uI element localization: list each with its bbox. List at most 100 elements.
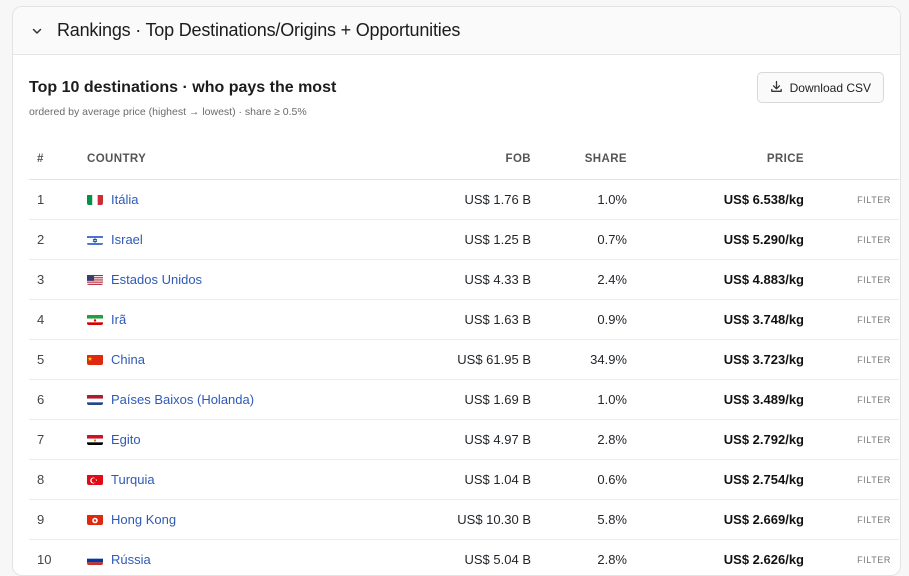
rank-cell: 7 <box>29 420 78 460</box>
russia-flag-icon <box>87 554 103 565</box>
filter-button[interactable]: FILTER <box>805 340 899 380</box>
share-cell: 2.8% <box>532 540 628 576</box>
fob-cell: US$ 1.63 B <box>370 300 532 340</box>
header-rank: # <box>29 139 78 180</box>
table-row: 2IsraelUS$ 1.25 B0.7%US$ 5.290/kgFILTER <box>29 220 899 260</box>
filter-button[interactable]: FILTER <box>805 460 899 500</box>
country-link[interactable]: Irã <box>111 312 126 327</box>
rank-cell: 10 <box>29 540 78 576</box>
table-header-row: # COUNTRY FOB SHARE PRICE <box>29 139 899 180</box>
header-actions <box>805 139 899 180</box>
rank-cell: 5 <box>29 340 78 380</box>
fob-cell: US$ 5.04 B <box>370 540 532 576</box>
fob-cell: US$ 61.95 B <box>370 340 532 380</box>
china-flag-icon <box>87 354 103 365</box>
country-cell: Estados Unidos <box>78 260 370 300</box>
fob-cell: US$ 1.69 B <box>370 380 532 420</box>
destinations-table: # COUNTRY FOB SHARE PRICE 1 Itália US$ 1.7… <box>29 139 899 576</box>
fob-cell: US$ 4.97 B <box>370 420 532 460</box>
hongkong-flag-icon <box>87 514 103 525</box>
header-country: COUNTRY <box>78 139 370 180</box>
table-row: 9 Hong Kong US$ 10.30 B5.8%US$ 2.669/kgFIL… <box>29 500 899 540</box>
download-icon <box>770 80 783 96</box>
chevron-down-icon[interactable] <box>29 23 45 39</box>
country-cell: Egito <box>78 420 370 460</box>
filter-button[interactable]: FILTER <box>805 180 899 220</box>
header-share[interactable]: SHARE <box>532 139 628 180</box>
country-cell: Itália <box>78 180 370 220</box>
rank-cell: 4 <box>29 300 78 340</box>
table-row: 1ItáliaUS$ 1.76 B1.0%US$ 6.538/kgFILTER <box>29 180 899 220</box>
rank-cell: 6 <box>29 380 78 420</box>
fob-cell: US$ 4.33 B <box>370 260 532 300</box>
country-link[interactable]: Itália <box>111 192 138 207</box>
filter-button[interactable]: FILTER <box>805 500 899 540</box>
table-row: 5 China US$ 61.95 B34.9%US$ 3.723/kgFILTER <box>29 340 899 380</box>
country-cell: China <box>78 340 370 380</box>
usa-flag-icon <box>87 274 103 285</box>
price-cell: US$ 5.290/kg <box>628 220 805 260</box>
israel-flag-icon <box>87 234 103 245</box>
rank-cell: 9 <box>29 500 78 540</box>
fob-cell: US$ 1.25 B <box>370 220 532 260</box>
egypt-flag-icon <box>87 434 103 445</box>
filter-button[interactable]: FILTER <box>805 220 899 260</box>
table-row: 10 Rússia US$ 5.04 B2.8%US$ 2.626/kgFILTER <box>29 540 899 576</box>
table-row: 4IrãUS$ 1.63 B0.9%US$ 3.748/kgFILTER <box>29 300 899 340</box>
share-cell: 5.8% <box>532 500 628 540</box>
fob-cell: US$ 10.30 B <box>370 500 532 540</box>
country-link[interactable]: Israel <box>111 232 143 247</box>
table-row: 3 Estados Unidos US$ 4.33 B2.4%US$ 4.883/k… <box>29 260 899 300</box>
country-link[interactable]: Hong Kong <box>111 512 176 527</box>
price-cell: US$ 4.883/kg <box>628 260 805 300</box>
country-cell: Israel <box>78 220 370 260</box>
country-link[interactable]: Rússia <box>111 552 151 567</box>
country-cell: Rússia <box>78 540 370 576</box>
country-link[interactable]: Estados Unidos <box>111 272 202 287</box>
rank-cell: 1 <box>29 180 78 220</box>
filter-button[interactable]: FILTER <box>805 540 899 576</box>
share-cell: 2.8% <box>532 420 628 460</box>
filter-button[interactable]: FILTER <box>805 420 899 460</box>
turkey-flag-icon <box>87 474 103 485</box>
panel-header[interactable]: Rankings · Top Destinations/Origins + Op… <box>13 7 900 55</box>
country-link[interactable]: Turquia <box>111 472 155 487</box>
share-cell: 0.6% <box>532 460 628 500</box>
download-csv-label: Download CSV <box>790 81 871 95</box>
header-fob[interactable]: FOB <box>370 139 532 180</box>
rank-cell: 3 <box>29 260 78 300</box>
share-cell: 2.4% <box>532 260 628 300</box>
share-cell: 1.0% <box>532 380 628 420</box>
table-row: 7EgitoUS$ 4.97 B2.8%US$ 2.792/kgFILTER <box>29 420 899 460</box>
header-price[interactable]: PRICE <box>628 139 805 180</box>
table-row: 6 Países Baixos (Holanda) US$ 1.69 B1.0%US… <box>29 380 899 420</box>
country-link[interactable]: Egito <box>111 432 141 447</box>
filter-button[interactable]: FILTER <box>805 300 899 340</box>
price-cell: US$ 2.754/kg <box>628 460 805 500</box>
price-cell: US$ 2.669/kg <box>628 500 805 540</box>
share-cell: 0.9% <box>532 300 628 340</box>
rankings-panel: Rankings · Top Destinations/Origins + Op… <box>12 6 901 576</box>
filter-button[interactable]: FILTER <box>805 260 899 300</box>
fob-cell: US$ 1.04 B <box>370 460 532 500</box>
share-cell: 0.7% <box>532 220 628 260</box>
card-subtitle: ordered by average price (highest → lowe… <box>29 106 307 118</box>
country-cell: Hong Kong <box>78 500 370 540</box>
download-csv-button[interactable]: Download CSV <box>757 72 884 103</box>
country-cell: Turquia <box>78 460 370 500</box>
italy-flag-icon <box>87 194 103 205</box>
country-cell: Países Baixos (Holanda) <box>78 380 370 420</box>
rank-cell: 8 <box>29 460 78 500</box>
price-cell: US$ 6.538/kg <box>628 180 805 220</box>
price-cell: US$ 2.626/kg <box>628 540 805 576</box>
table-row: 8 Turquia US$ 1.04 B0.6%US$ 2.754/kgFILTER <box>29 460 899 500</box>
price-cell: US$ 3.489/kg <box>628 380 805 420</box>
country-link[interactable]: Países Baixos (Holanda) <box>111 392 254 407</box>
price-cell: US$ 3.723/kg <box>628 340 805 380</box>
country-link[interactable]: China <box>111 352 145 367</box>
filter-button[interactable]: FILTER <box>805 380 899 420</box>
fob-cell: US$ 1.76 B <box>370 180 532 220</box>
iran-flag-icon <box>87 314 103 325</box>
share-cell: 34.9% <box>532 340 628 380</box>
section-title: Rankings · Top Destinations/Origins + Op… <box>57 20 460 41</box>
